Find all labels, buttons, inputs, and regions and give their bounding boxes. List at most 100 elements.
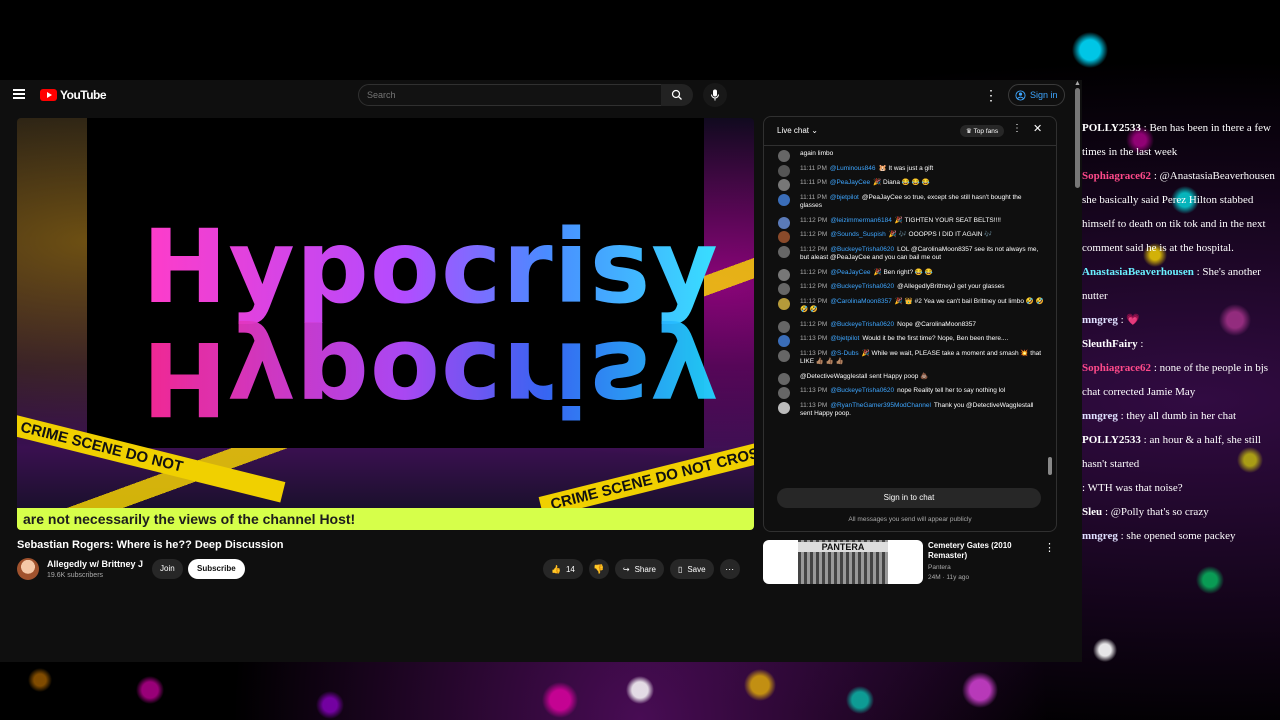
chat-author[interactable]: @Sounds_Suspish: [830, 231, 885, 238]
chat-avatar[interactable]: [778, 372, 790, 385]
chat-timestamp: 11:11 PM: [800, 193, 827, 201]
chat-author[interactable]: @PeaJayCee: [830, 269, 870, 276]
share-button[interactable]: ↪ Share: [614, 559, 664, 579]
chat-avatar[interactable]: [778, 349, 790, 362]
close-icon[interactable]: ✕: [1033, 122, 1042, 135]
chat-author[interactable]: @S-Dubs: [830, 350, 858, 357]
chat-avatar[interactable]: [778, 216, 790, 229]
chat-author[interactable]: @BuckeyeTrisha0620: [830, 321, 894, 328]
overlay-chat-line: mngreg : 💗: [1082, 308, 1280, 332]
save-button[interactable]: ▯ Save: [669, 559, 714, 579]
chat-author[interactable]: @RyanTheGamer395ModChannel: [830, 402, 931, 409]
chat-timestamp: 11:12 PM: [800, 283, 828, 290]
recommendation-thumbnail[interactable]: PANTERA: [763, 540, 923, 584]
live-chat-panel: Live chat ⌄ ♛ Top fans ⋮ ✕ again limbo 11…: [763, 116, 1057, 532]
chat-author[interactable]: @Luminous846: [830, 165, 876, 172]
chat-author[interactable]: @bjetpilot: [830, 335, 859, 342]
chat-message: 11:11 PM @PeaJayCee 🎉 Diana 😂 😂 😂: [764, 176, 1044, 191]
top-bar: YouTube ⋮ Sign in ▲: [0, 80, 1082, 188]
chat-avatar[interactable]: [778, 283, 790, 295]
chat-avatar[interactable]: [778, 297, 790, 310]
chat-avatar[interactable]: [778, 179, 790, 191]
chat-message: 11:12 PM @PeaJayCee 🎉 Ben right? 😂 😂: [764, 266, 1044, 281]
top-fans-button[interactable]: ♛ Top fans: [960, 125, 1005, 137]
overlay-chat-text: : 💗: [1120, 314, 1141, 326]
search-box: [358, 84, 662, 106]
chat-avatar[interactable]: [778, 193, 790, 206]
chat-avatar[interactable]: [778, 150, 790, 162]
chat-message: 11:12 PM @BuckeyeTrisha0620 Nope @Carolina…: [764, 318, 1044, 333]
chat-author[interactable]: @bjetpilot: [830, 194, 859, 201]
overlay-chat-text: : @AnastasiaBeaverhousen she basically s…: [1082, 170, 1275, 254]
chat-timestamp: 11:12 PM: [800, 245, 828, 253]
overlay-chat-line: Sophiagrace62 : none of the people in bj…: [1082, 356, 1280, 404]
chat-messages[interactable]: again limbo 11:11 PM @Luminous846 🐹 It was …: [764, 147, 1044, 479]
search-input[interactable]: [359, 85, 655, 105]
chat-avatar[interactable]: [778, 268, 790, 281]
chat-timestamp: 11:11 PM: [800, 164, 827, 172]
dislike-button[interactable]: 👎: [588, 559, 609, 579]
channel-name[interactable]: Allegedly w/ Brittney J: [47, 559, 143, 569]
chat-message: 11:13 PM @S-Dubs 🎉 While we wait, PLEASE t…: [764, 347, 1044, 370]
chat-avatar[interactable]: [778, 335, 790, 347]
chat-message: 11:12 PM @BuckeyeTrisha0620 LOL @CarolinaM…: [764, 243, 1044, 266]
overlay-chat-name: AnastasiaBeaverhousen: [1082, 266, 1194, 278]
recommendation-channel[interactable]: Pantera: [928, 564, 951, 571]
overlay-chat-text: : she opened some packey: [1120, 530, 1236, 542]
video-title: Sebastian Rogers: Where is he?? Deep Dis…: [17, 539, 284, 551]
share-icon: ↪: [622, 564, 630, 574]
thumbs-down-icon: 👎: [593, 563, 605, 574]
chat-avatar[interactable]: [778, 164, 790, 177]
chat-author[interactable]: @PeaJayCee: [830, 179, 870, 186]
overlay-chat-text: : they all dumb in her chat: [1120, 410, 1237, 422]
scroll-up-arrow-icon[interactable]: ▲: [1074, 80, 1081, 87]
chat-author[interactable]: @BuckeyeTrisha0620: [830, 246, 894, 253]
overlay-chat-name: mngreg: [1082, 314, 1118, 326]
chat-timestamp: 11:12 PM: [800, 231, 828, 238]
recommendation-title[interactable]: Cemetery Gates (2010 Remaster): [928, 541, 1038, 561]
chat-avatar[interactable]: [778, 320, 790, 333]
overlay-chat-name: Sophiagrace62: [1082, 170, 1152, 182]
chat-message: 11:12 PM @leizimmerman6184 🎉 TIGHTEN YOUR …: [764, 214, 1044, 229]
chat-avatar[interactable]: [778, 401, 790, 414]
chat-author[interactable]: @leizimmerman6184: [830, 217, 892, 224]
more-actions-button[interactable]: ⋯: [719, 559, 740, 579]
account-icon: [1015, 89, 1026, 101]
chat-public-note: All messages you send will appear public…: [848, 516, 972, 523]
chat-scrollbar[interactable]: [1048, 457, 1052, 475]
channel-avatar[interactable]: [17, 558, 39, 580]
video-title-reflection: Hypocrisy: [142, 318, 719, 437]
hamburger-menu-icon[interactable]: [13, 89, 25, 99]
page-scrollbar[interactable]: [1075, 88, 1080, 188]
chat-avatar[interactable]: [778, 231, 790, 243]
video-player[interactable]: Hypocrisy Hypocrisy CRIME SCENE DO NOT C…: [17, 118, 754, 530]
chat-message: 11:13 PM @BuckeyeTrisha0620 nope Reality t…: [764, 384, 1044, 399]
voice-search-button[interactable]: [703, 83, 727, 107]
chat-timestamp: 11:12 PM: [800, 320, 828, 328]
overlay-chat-line: : WTH was that noise?: [1082, 476, 1280, 500]
chat-text: 🎉 🎶 OOOPPS I DID IT AGAIN 🎶: [888, 231, 993, 238]
chat-timestamp: 11:12 PM: [800, 297, 828, 305]
chat-timestamp: 11:13 PM: [800, 401, 828, 409]
overlay-chat-name: POLLY2533: [1082, 122, 1141, 134]
chat-message: 11:11 PM @Luminous846 🐹 It was just a gift: [764, 162, 1044, 177]
join-button[interactable]: Join: [152, 559, 183, 579]
chat-avatar[interactable]: [778, 387, 790, 399]
save-label: Save: [687, 564, 706, 574]
sign-in-button[interactable]: Sign in: [1008, 84, 1065, 106]
chat-author[interactable]: @BuckeyeTrisha0620: [830, 283, 894, 290]
chat-avatar[interactable]: [778, 245, 790, 258]
recommendation-more-icon[interactable]: ⋮: [1044, 541, 1055, 554]
chat-more-icon[interactable]: ⋮: [1012, 123, 1022, 134]
like-button[interactable]: 👍 14: [543, 559, 583, 579]
subscribe-button[interactable]: Subscribe: [188, 559, 245, 579]
chat-message: 11:12 PM @Sounds_Suspish 🎉 🎶 OOOPPS I DID …: [764, 228, 1044, 243]
bookmark-icon: ▯: [677, 564, 683, 574]
live-chat-dropdown[interactable]: Live chat ⌄: [777, 126, 818, 135]
sign-in-to-chat-button[interactable]: Sign in to chat: [777, 488, 1041, 508]
search-button[interactable]: [661, 84, 693, 106]
chat-author[interactable]: @CarolinaMoon8357: [830, 298, 892, 305]
youtube-logo[interactable]: YouTube: [40, 88, 107, 102]
chat-author[interactable]: @BuckeyeTrisha0620: [830, 387, 894, 394]
settings-more-icon[interactable]: ⋮: [984, 87, 998, 104]
